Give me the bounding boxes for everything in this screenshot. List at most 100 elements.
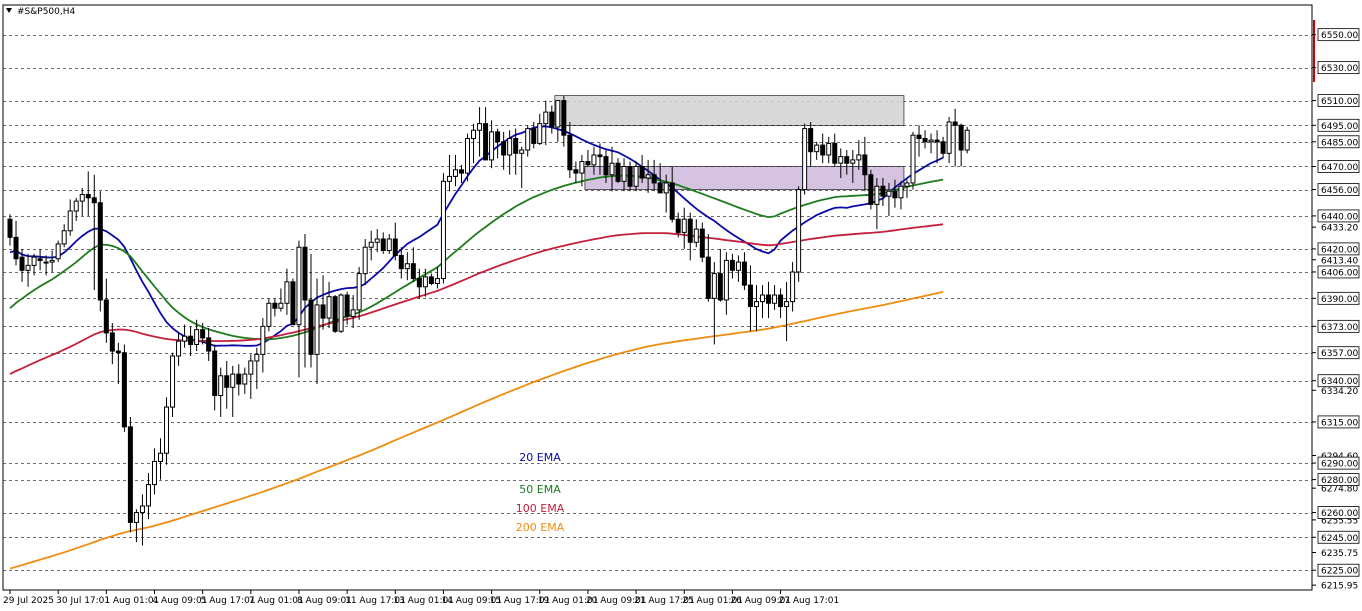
candle-body-bear — [97, 202, 103, 301]
candle-body-bear — [109, 332, 115, 352]
candle-body-bear — [121, 352, 127, 428]
candle-body-bull — [386, 238, 392, 252]
candle-body-bull — [964, 129, 970, 151]
x-tick-label: 27 Aug 17:01 — [779, 596, 840, 606]
candle-body-bear — [272, 302, 278, 309]
candle-body-bear — [615, 162, 621, 182]
candle-body-bull — [802, 128, 808, 191]
candle-body-bear — [332, 296, 338, 332]
y-tick-label: 6510.00 — [1321, 97, 1358, 107]
y-tick-label: 6260.00 — [1321, 509, 1358, 519]
candle-body-bull — [814, 144, 820, 153]
candle-body-bear — [115, 350, 121, 354]
y-tick-label: 6440.00 — [1321, 212, 1358, 222]
candle-body-bull — [194, 329, 200, 345]
candle-body-bull — [838, 156, 844, 164]
candle-body-bull — [904, 182, 910, 187]
candle-body-bear — [398, 254, 404, 270]
candle-body-bear — [820, 144, 826, 156]
candle-body-bear — [410, 263, 416, 280]
y-tick-label: 6334.20 — [1321, 387, 1358, 397]
price-chart[interactable]: 20 EMA 50 EMA 100 EMA 200 EMA 6433.20 6413.4… — [0, 0, 1362, 611]
candle-body-bear — [302, 246, 308, 301]
candle-body-bear — [778, 294, 784, 308]
candle-body-bull — [519, 149, 525, 154]
candle-body-bear — [862, 154, 868, 176]
candle-body-bear — [952, 121, 958, 126]
y-tick-label: 6390.00 — [1321, 295, 1358, 305]
candle-body-bull — [164, 406, 170, 454]
candle-body-bull — [434, 278, 440, 284]
y-tick-label: 6433.20 — [1321, 224, 1358, 234]
x-tick-label: 1 Aug 01:01 — [104, 596, 159, 606]
y-tick-label: 6485.00 — [1321, 138, 1358, 148]
candle-body-bear — [561, 100, 567, 136]
candle-body-bull — [796, 189, 802, 273]
candle-body-bear — [459, 169, 464, 174]
candle-body-bull — [338, 294, 344, 332]
candle-body-bear — [37, 258, 43, 261]
candle-body-bull — [753, 301, 759, 308]
candle-body-bull — [874, 185, 880, 205]
y-tick-label: 6340.00 — [1321, 377, 1358, 387]
candle-body-bull — [898, 185, 904, 199]
candle — [55, 240, 61, 263]
y-tick-label: 6495.00 — [1321, 122, 1358, 132]
candle-body-bull — [760, 294, 765, 303]
candle-body-bear — [603, 156, 609, 176]
candle-body-bear — [91, 197, 97, 204]
candle-body-bull — [170, 355, 176, 408]
candle-body-bear — [103, 299, 109, 334]
candle-body-bull — [61, 230, 67, 245]
candle-body-bear — [922, 137, 928, 143]
chart-background — [0, 0, 1362, 611]
candle-body-bull — [314, 304, 320, 355]
candle-body-bear — [639, 165, 645, 179]
candle-body-bull — [525, 128, 531, 151]
y-tick-label: 6235.75 — [1321, 549, 1358, 559]
candle-body-bear — [868, 174, 874, 205]
candle-body-bear — [916, 134, 922, 139]
candle-body-bull — [362, 246, 368, 275]
candle-body-bull — [609, 162, 615, 176]
symbol-title: #S&P500,H4 — [17, 7, 76, 17]
candle-body-bear — [501, 141, 507, 156]
candle-body-bear — [127, 426, 133, 523]
candle-body-bull — [621, 165, 627, 182]
candle-body-bull — [440, 180, 446, 280]
candle-body-bull — [928, 139, 934, 143]
candle-body-bull — [296, 246, 302, 326]
candle-body-bull — [230, 373, 236, 388]
candle-body-bear — [597, 154, 603, 158]
candle-body-bull — [681, 218, 687, 233]
candle-body-bear — [880, 185, 886, 197]
candle — [127, 416, 133, 533]
candle-body-bull — [55, 243, 61, 260]
candle-body-bull — [326, 296, 332, 319]
candle-body-bull — [404, 263, 410, 270]
candle-body-bull — [266, 302, 272, 327]
candle-body-bear — [495, 131, 501, 143]
candle-body-bear — [308, 299, 314, 355]
candle-body-bear — [549, 111, 555, 128]
candle-body-bull — [723, 259, 729, 301]
candle-body-bull — [543, 111, 549, 125]
candle-body-bull — [856, 154, 862, 161]
candle — [627, 161, 633, 192]
candle-body-bull — [579, 161, 585, 174]
candle-body-bull — [422, 276, 428, 288]
candle-body-bear — [19, 256, 25, 271]
candle — [910, 131, 916, 190]
candle-body-bear — [188, 335, 194, 345]
candle-body-bull — [356, 273, 362, 311]
candle-body-bear — [808, 128, 814, 153]
candle-body-bear — [627, 165, 633, 187]
candle-body-bull — [25, 264, 31, 271]
y-tick-label: 6456.00 — [1321, 186, 1358, 196]
candle-body-bear — [747, 284, 753, 308]
candle-body-bull — [182, 335, 188, 342]
candle-body-bull — [254, 353, 260, 362]
candle-body-bull — [465, 137, 471, 174]
candle-body-bull — [43, 261, 49, 264]
candle-body-bull — [850, 159, 856, 164]
